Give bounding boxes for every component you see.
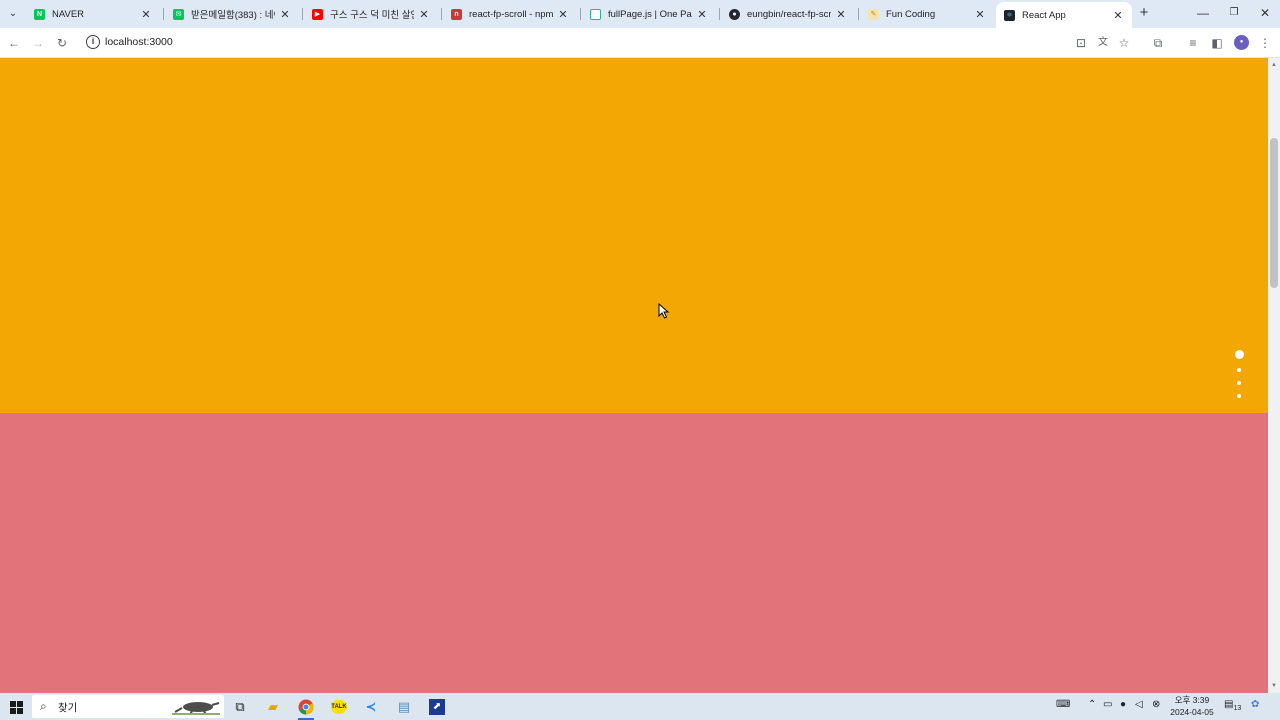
tab-close-icon[interactable]: ✕ [140,8,152,21]
browser-toolbar: ← → ↻ i localhost:3000 ⊡ 文 ☆ ⧉ ≡ ◧ ● ⋮ [0,28,1280,58]
react-icon: ⚛ [1004,9,1015,21]
tab-close-icon[interactable]: ✕ [696,8,708,21]
notification-center[interactable]: ▤13 [1224,699,1241,712]
funcoding-icon: ✎ [868,8,879,20]
tab-close-icon[interactable]: ✕ [418,8,430,21]
scroll-down-arrow-icon[interactable]: ▼ [1270,682,1278,690]
address-url[interactable]: localhost:3000 [105,36,173,48]
tab-divider [858,8,859,20]
youtube-icon: ▶ [312,8,323,20]
pagination-dot[interactable] [1237,394,1241,398]
clock-time: 오후 3:39 [1174,695,1210,705]
windows-start-icon[interactable] [6,697,26,717]
minimize-icon[interactable]: — [1195,5,1211,21]
tab-title: NAVER [52,8,85,20]
pagination-dot[interactable] [1237,368,1241,372]
extensions-puzzle-icon[interactable]: ⧉ [1149,34,1167,52]
site-info-icon[interactable]: i [86,35,100,49]
fullpage-icon [590,8,601,20]
system-clock[interactable]: 오후 3:39 2024-04-05 [1166,694,1218,718]
naver-icon: N [34,8,45,20]
taskbar-search-text[interactable]: 찾기 [58,700,77,715]
fullpage-section-1 [0,58,1268,413]
tab-close-icon[interactable]: ✕ [1112,9,1124,22]
media-queue-icon[interactable]: ≡ [1184,34,1202,52]
bookmark-star-icon[interactable]: ☆ [1115,34,1133,52]
volume-icon[interactable]: ◁ [1135,699,1143,710]
search-highlight-illustration [172,702,220,715]
tab-close-icon[interactable]: ✕ [835,8,847,21]
fullpage-section-2 [0,413,1268,693]
tab-naver[interactable]: N NAVER ✕ [26,2,160,26]
more-menu-icon[interactable]: ⋮ [1256,34,1274,52]
naver-mail-icon: ✉ [173,8,184,20]
address-bar[interactable]: i localhost:3000 [78,31,1138,55]
tab-title: 구스 구스 덕 미친 살인마 [330,10,414,21]
translate-icon[interactable]: 文 [1094,34,1112,52]
tab-fun-coding[interactable]: ✎ Fun Coding ✕ [860,2,994,26]
file-explorer-icon[interactable]: ▰ [263,697,283,717]
kakaotalk-icon[interactable]: TALK [329,697,349,717]
notepad-icon[interactable]: ▤ [394,697,414,717]
tab-title: 받은메일함(383) : 네이버 [191,10,275,21]
tab-github[interactable]: ● eungbin/react-fp-scroll ✕ [721,2,855,26]
tab-close-icon[interactable]: ✕ [279,8,291,21]
tab-react-app[interactable]: ⚛ React App ✕ [996,2,1132,28]
network-icon[interactable]: ▭ [1103,699,1112,710]
remote-app-icon[interactable]: ⬈ [427,697,447,717]
tab-divider [163,8,164,20]
scroll-up-arrow-icon[interactable]: ▲ [1270,61,1278,69]
vscode-icon[interactable]: ≺ [361,697,381,717]
npm-icon: n [451,8,462,20]
tab-divider [441,8,442,20]
task-view-icon[interactable]: ⧉ [230,697,250,717]
clock-date: 2024-04-05 [1170,707,1214,717]
tab-title: React App [1022,9,1066,21]
tab-close-icon[interactable]: ✕ [557,8,569,21]
mouse-cursor-icon [658,303,670,319]
microphone-icon[interactable]: ● [1120,699,1126,710]
tab-title: Fun Coding [886,8,936,20]
tab-youtube[interactable]: ▶ 구스 구스 덕 미친 살인마 ✕ [304,2,438,26]
profile-avatar[interactable]: ● [1234,35,1249,50]
tab-divider [580,8,581,20]
tab-fullpage[interactable]: fullPage.js | One Page Sc ✕ [582,2,716,26]
chrome-icon[interactable] [296,697,316,717]
page-viewport [0,58,1268,693]
status-x-icon[interactable]: ⊗ [1152,699,1160,710]
github-icon: ● [729,8,740,20]
search-icon: ⌕ [40,699,47,713]
weather-widget-icon[interactable]: ✿ [1251,699,1259,710]
tab-title: fullPage.js | One Page Sc [608,8,692,20]
tab-close-icon[interactable]: ✕ [974,8,986,21]
tab-divider [302,8,303,20]
tray-chevron-up-icon[interactable]: ⌃ [1088,699,1096,710]
new-tab-plus-icon[interactable]: + [1136,5,1152,21]
install-app-icon[interactable]: ⊡ [1072,34,1090,52]
tab-naver-mail[interactable]: ✉ 받은메일함(383) : 네이버 ✕ [165,2,299,26]
section-pagination [1233,350,1245,398]
tab-title: eungbin/react-fp-scroll [747,8,831,20]
restore-icon[interactable]: ❐ [1226,5,1242,21]
pagination-dot-active[interactable] [1234,350,1244,359]
taskbar-search-box[interactable]: ⌕ 찾기 [32,695,224,718]
reload-icon[interactable]: ↻ [53,34,71,52]
tab-divider [719,8,720,20]
page-scrollbar[interactable]: ▲ ▼ [1268,58,1280,693]
notification-count-badge: 13 [1233,705,1242,712]
side-panel-icon[interactable]: ◧ [1208,34,1226,52]
tab-title: react-fp-scroll - npm [469,8,553,20]
tab-search-chevron-down-icon[interactable]: ⌄ [4,4,22,22]
windows-taskbar: ⌕ 찾기 ⧉ ▰ TALK ≺ ▤ ⬈ ⌨ ⌃ ▭ ● ◁ ⊗ 오후 3:39 [0,693,1280,720]
forward-arrow-icon[interactable]: → [29,34,47,52]
keyboard-layout-icon[interactable]: ⌨ [1056,699,1070,710]
scrollbar-thumb[interactable] [1270,138,1278,288]
tab-npm[interactable]: n react-fp-scroll - npm ✕ [443,2,577,26]
back-arrow-icon[interactable]: ← [5,34,23,52]
window-close-icon[interactable]: ✕ [1257,5,1273,21]
tab-strip: ⌄ N NAVER ✕ ✉ 받은메일함(383) : 네이버 ✕ ▶ 구스 구스… [0,0,1280,28]
pagination-dot[interactable] [1237,381,1241,385]
